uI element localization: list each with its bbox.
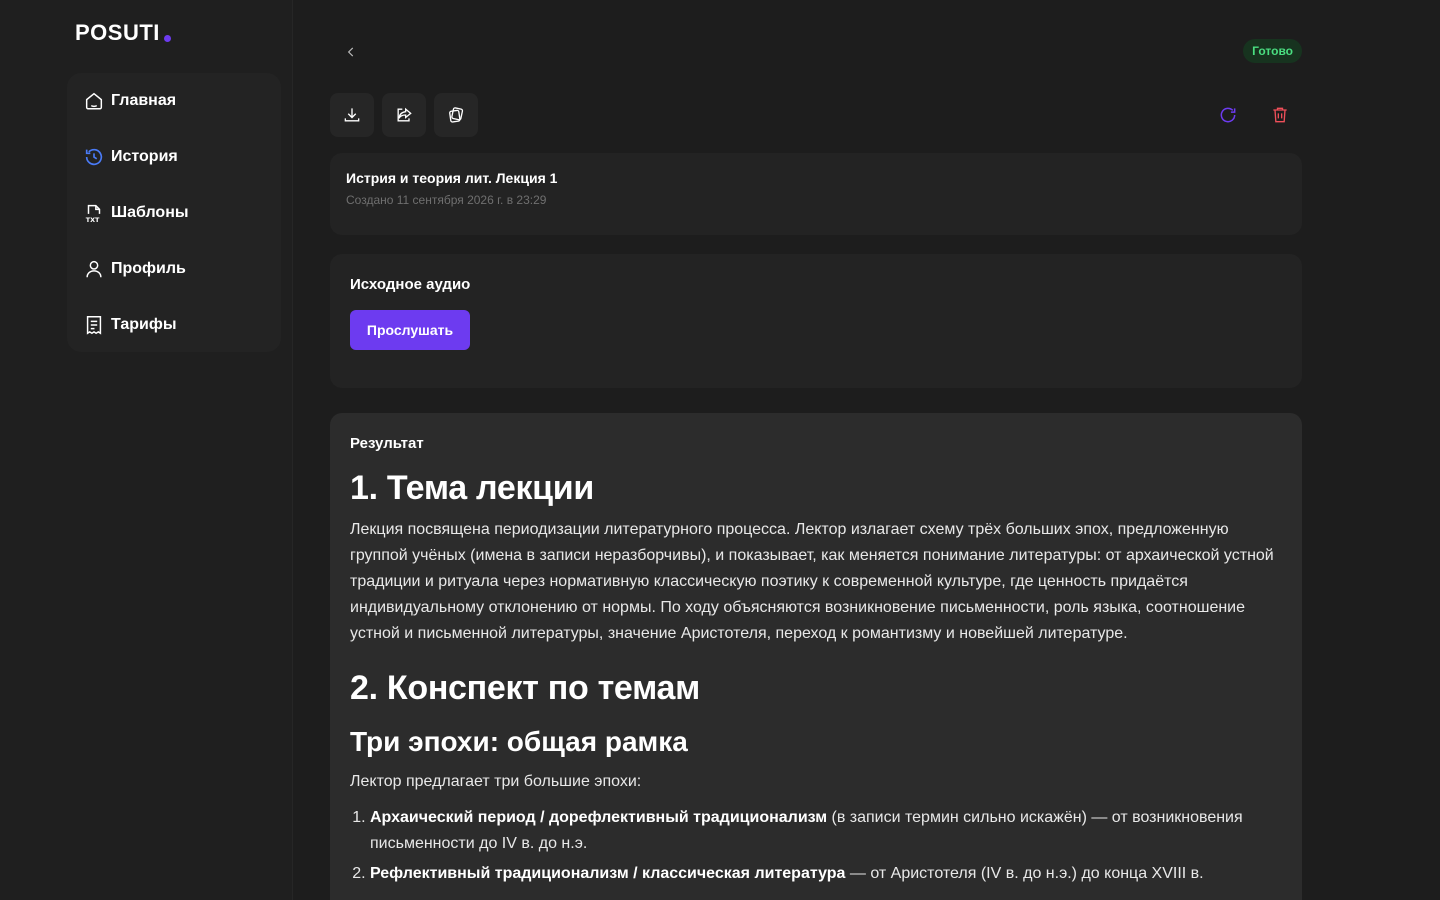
chevron-left-icon <box>347 47 354 57</box>
home-icon <box>83 90 105 112</box>
record-info-card: Истрия и теория лит. Лекция 1 Создано 11… <box>330 153 1302 235</box>
logo-dot <box>163 35 171 42</box>
list-item-title: Архаический период / дорефлективный трад… <box>370 809 828 826</box>
sidebar-item-profile[interactable]: Профиль <box>67 241 281 297</box>
sidebar-item-label: Профиль <box>111 260 186 277</box>
record-created-date: Создано 11 сентября 2026 г. в 23:29 <box>346 193 547 207</box>
result-card: Результат 1. Тема лекции Лекция посвящен… <box>330 413 1302 900</box>
download-button[interactable] <box>330 93 374 137</box>
epochs-intro: Лектор предлагает три большие эпохи: <box>350 773 642 790</box>
sidebar-nav: Главная История TXT Шаблоны Профиль Тари… <box>67 73 281 352</box>
record-actions <box>1206 93 1302 137</box>
sidebar-item-label: История <box>111 148 178 165</box>
user-icon <box>83 258 105 280</box>
trash-icon <box>1273 107 1287 123</box>
topic-paragraph: Лекция посвящена периодизации литературн… <box>350 521 1274 642</box>
list-item-text: — от Аристотеля (IV в. до н.э.) до конца… <box>845 865 1204 882</box>
sidebar-item-pricing[interactable]: Тарифы <box>67 297 281 353</box>
delete-button[interactable] <box>1258 93 1302 137</box>
action-toolbar <box>330 93 478 137</box>
sidebar-item-history[interactable]: История <box>67 129 281 185</box>
history-icon <box>83 146 105 168</box>
sidebar-item-label: Шаблоны <box>111 204 189 221</box>
audio-section-title: Исходное аудио <box>350 276 471 293</box>
listen-button[interactable]: Прослушать <box>350 310 470 350</box>
app-logo[interactable]: POSUTI <box>75 20 171 46</box>
copy-button[interactable] <box>434 93 478 137</box>
sidebar-item-label: Тарифы <box>111 316 177 333</box>
epochs-heading: Три эпохи: общая рамка <box>350 726 688 757</box>
sidebar-item-label: Главная <box>111 92 177 109</box>
svg-text:TXT: TXT <box>86 216 100 224</box>
share-button[interactable] <box>382 93 426 137</box>
record-title: Истрия и теория лит. Лекция 1 <box>346 170 558 186</box>
sidebar-item-templates[interactable]: TXT Шаблоны <box>67 185 281 241</box>
topic-heading: 1. Тема лекции <box>350 469 594 507</box>
summary-heading: 2. Конспект по темам <box>350 669 700 707</box>
copy-icon <box>449 107 464 123</box>
sidebar: POSUTI Главная История TXT Шаблоны Профи… <box>0 0 293 900</box>
regenerate-button[interactable] <box>1206 93 1250 137</box>
status-badge: Готово <box>1243 39 1302 63</box>
list-item-title: Рефлективный традиционализм / классическ… <box>370 865 846 882</box>
source-audio-card: Исходное аудио Прослушать <box>330 254 1302 388</box>
list-item: Архаический период / дорефлективный трад… <box>370 805 1282 857</box>
template-icon: TXT <box>83 202 105 224</box>
share-icon <box>397 107 412 122</box>
main-content: Готово Истрия и теория лит. Лекция 1 Соз… <box>293 0 1440 900</box>
result-section-title: Результат <box>350 435 424 452</box>
epochs-list: Архаический период / дорефлективный трад… <box>350 805 1282 887</box>
back-button[interactable] <box>339 40 363 64</box>
download-icon <box>344 108 360 122</box>
refresh-icon <box>1220 107 1236 123</box>
receipt-icon <box>83 314 105 336</box>
list-item: Рефлективный традиционализм / классическ… <box>370 861 1282 887</box>
logo-text: POSUTI <box>75 20 160 45</box>
sidebar-item-home[interactable]: Главная <box>67 73 281 129</box>
